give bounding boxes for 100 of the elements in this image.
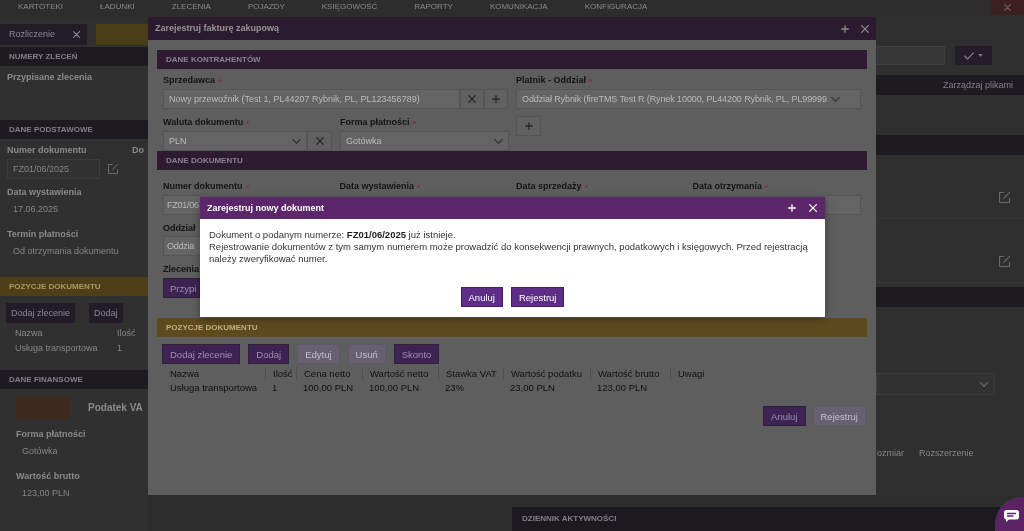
field-label: Podatek VA: [88, 402, 143, 414]
section-header: DANE KONTRAHENTÓW: [157, 50, 867, 69]
tab[interactable]: Rozliczenie: [0, 24, 87, 45]
column-header: Stawka VAT: [438, 366, 497, 380]
table-cell: 1: [272, 382, 278, 393]
select-field[interactable]: [876, 373, 995, 395]
field-value: 17.06.2025: [13, 204, 59, 215]
plus-icon: [524, 122, 533, 130]
menu-item[interactable]: RAPORTY: [414, 2, 453, 12]
field-value: Gotówka: [22, 446, 58, 457]
chat-button[interactable]: [995, 497, 1024, 531]
toolbar-button[interactable]: Dodaj zlecenie: [6, 303, 76, 323]
select-field[interactable]: PLN: [163, 131, 307, 151]
confirm-button[interactable]: [955, 46, 992, 65]
select-field[interactable]: Oddzia: [163, 236, 200, 256]
close-icon[interactable]: [73, 31, 80, 38]
dialog-button[interactable]: Anuluj: [763, 406, 806, 426]
column-header: Nazwa: [15, 328, 43, 339]
section-header: POZYCJE DOKUMENTU: [157, 318, 867, 337]
close-button[interactable]: [990, 0, 1024, 15]
add-button[interactable]: [484, 89, 508, 109]
section-header: DANE FINANSOWE: [0, 370, 148, 389]
text-field[interactable]: Nowy przewoźnik (Test 1, PL44207 Rybnik, PL, PL123456789): [163, 89, 460, 109]
message-text: Dokument o podanym numerze: FZ01/06/2025 już istnieje.: [209, 229, 457, 241]
edit-icon[interactable]: [108, 164, 118, 174]
select-field[interactable]: Gotówka: [340, 131, 509, 151]
section-header: NUMERY ZLECEŃ: [0, 47, 148, 66]
field-label: Waluta dokumentu: [163, 117, 244, 127]
caret-icon: [978, 54, 983, 57]
dialog-title: Zarejestruj fakturę zakupową: [155, 23, 280, 34]
close-icon: [1003, 4, 1011, 11]
menu-item[interactable]: ŁADUNKI: [100, 2, 135, 12]
text-field[interactable]: FZ01/06: [163, 195, 200, 215]
chevron-icon: [494, 138, 503, 144]
menu-item[interactable]: ZLECENIA: [171, 2, 211, 12]
table-cell: 23,00 PLN: [510, 382, 555, 393]
field-value: 123,00 PLN: [22, 488, 70, 499]
column-header: Wartość netto: [362, 366, 429, 380]
chevron-icon: [980, 381, 988, 387]
menu-item[interactable]: KOMUNIKACJA: [489, 2, 548, 12]
field-label: Do: [132, 145, 144, 155]
field-label: Termin płatności: [7, 229, 79, 239]
add-button[interactable]: [516, 116, 541, 136]
table-cell: 1: [117, 343, 122, 354]
chevron-icon: [830, 96, 840, 102]
column-header: Ilość: [265, 366, 293, 380]
close-icon: [315, 137, 324, 145]
menu-item[interactable]: KSIĘGOWOŚĆ: [321, 2, 378, 12]
column-header: ozmiar: [877, 448, 904, 459]
field-label: Numer dokumentu: [7, 145, 87, 155]
field-label: Przypisane zlecenia: [7, 72, 93, 82]
field-label: Data wystawienia: [339, 181, 415, 191]
plus-icon: [492, 95, 500, 103]
table-cell: 100,00 PLN: [369, 382, 420, 393]
field-label: Sprzedawca: [163, 75, 216, 85]
text-field[interactable]: FZ01/06/2025: [7, 159, 100, 179]
select-field[interactable]: Oddział Rybnik (fireTMS Test R (Rynek 10000, PL44200 Rybnik, PL, PL99999: [516, 89, 861, 109]
section-header: DANE DOKUMENTU: [157, 151, 867, 170]
field-label: Data otrzymania: [692, 181, 763, 191]
section-header: Zarządzaj plikami: [876, 75, 1024, 95]
date-field[interactable]: [826, 195, 861, 215]
toolbar-button[interactable]: Skonto: [393, 344, 440, 364]
dialog-button[interactable]: Anuluj: [460, 287, 503, 307]
field-label: Data sprzedaży: [516, 181, 582, 191]
field-label: Platnik - Oddział: [516, 75, 586, 85]
menu-item[interactable]: KONFIGURACJA: [584, 2, 648, 12]
dialog-title: Zarejestruj nowy dokument: [207, 202, 325, 214]
menu-item[interactable]: POJAZDY: [247, 2, 285, 12]
toolbar-button[interactable]: Dodaj: [248, 344, 290, 364]
plus-icon[interactable]: [841, 24, 849, 33]
field-value: Od otrzymania dokumentu: [13, 246, 119, 257]
section-header: DZIENNIK AKTYWNOŚCI: [512, 507, 1000, 531]
toolbar-button[interactable]: Dodaj zlecenie: [162, 344, 241, 364]
chat-icon: [1004, 510, 1019, 522]
column-header: Cena netto: [296, 366, 351, 380]
column-header: Nazwa: [170, 367, 200, 379]
table-cell: Usługa transportowa: [15, 343, 98, 354]
assign-button[interactable]: Przypi: [163, 278, 200, 298]
table-cell: 23%: [445, 382, 464, 393]
clear-button[interactable]: [307, 131, 332, 151]
edit-icon[interactable]: [999, 192, 1010, 203]
clear-button[interactable]: [460, 89, 484, 109]
dialog-button[interactable]: Rejestruj: [510, 287, 565, 307]
section-header: DANE PODSTAWOWE: [0, 120, 148, 139]
toolbar-button[interactable]: Dodaj: [89, 303, 123, 323]
field-label: Data wystawienia: [7, 187, 82, 197]
field-label: Forma płatności: [340, 117, 410, 127]
column-header: Wartość brutto: [590, 366, 660, 380]
edit-icon[interactable]: [999, 256, 1010, 267]
field-label: Wartość brutto: [16, 471, 80, 481]
check-icon: [964, 51, 974, 60]
section-header: POZYCJE DOKUMENTU: [0, 277, 148, 296]
menu-item[interactable]: KARTOTEKI: [18, 2, 64, 12]
column-header: Rozszerzenie: [919, 448, 974, 459]
table-cell: 100,00 PLN: [303, 382, 354, 393]
field-label: Numer dokumentu: [163, 181, 243, 191]
chevron-icon: [292, 138, 301, 144]
column-header: Uwagi: [670, 366, 705, 380]
column-header: Ilość: [117, 328, 136, 339]
close-icon[interactable]: [861, 24, 869, 33]
